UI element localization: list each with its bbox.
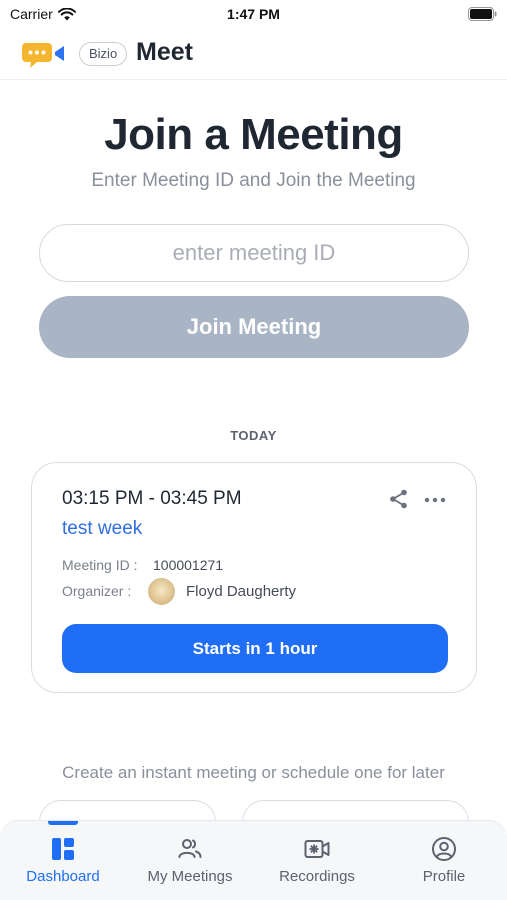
share-icon[interactable] xyxy=(388,488,410,510)
tab-dashboard[interactable]: Dashboard xyxy=(0,821,126,900)
page-title: Join a Meeting xyxy=(104,110,403,159)
more-options-icon[interactable] xyxy=(423,490,447,510)
app-title: Meet xyxy=(136,38,193,66)
logo-icon xyxy=(22,43,64,68)
tab-label-recordings: Recordings xyxy=(279,868,355,885)
meeting-id-value: 100001271 xyxy=(153,557,224,573)
organizer-label: Organizer : xyxy=(62,583,132,599)
profile-icon xyxy=(432,837,456,861)
meeting-card[interactable]: 03:15 PM - 03:45 PM test week Meeting ID… xyxy=(31,462,477,693)
starts-in-button[interactable]: Starts in 1 hour xyxy=(62,624,448,673)
meeting-time-range: 03:15 PM - 03:45 PM xyxy=(62,488,242,509)
section-heading-today: TODAY xyxy=(230,428,277,443)
tab-bar: Dashboard My Meetings Recordings Profile xyxy=(0,820,507,900)
status-bar: Carrier 1:47 PM xyxy=(0,0,507,28)
tab-profile[interactable]: Profile xyxy=(381,821,507,900)
battery-icon xyxy=(468,7,497,21)
tab-label-my-meetings: My Meetings xyxy=(147,868,233,885)
video-recording-icon xyxy=(304,840,330,858)
meeting-name-link[interactable]: test week xyxy=(62,518,142,540)
app-header: Bizio Meet xyxy=(0,28,507,80)
tab-recordings[interactable]: Recordings xyxy=(254,821,380,900)
organizer-name: Floyd Daugherty xyxy=(186,583,297,600)
meeting-id-input[interactable] xyxy=(39,224,469,282)
status-time: 1:47 PM xyxy=(227,6,280,22)
instant-meeting-text: Create an instant meeting or schedule on… xyxy=(62,763,445,782)
tab-label-dashboard: Dashboard xyxy=(26,868,100,885)
meeting-id-label: Meeting ID : xyxy=(62,557,138,573)
brand-pill: Bizio xyxy=(79,42,128,66)
join-meeting-button[interactable]: Join Meeting xyxy=(39,296,469,358)
active-tab-indicator xyxy=(48,821,78,825)
organizer-avatar xyxy=(148,578,175,605)
people-icon xyxy=(178,839,202,858)
page-subtitle: Enter Meeting ID and Join the Meeting xyxy=(91,170,416,191)
dashboard-icon xyxy=(52,838,74,860)
tab-my-meetings[interactable]: My Meetings xyxy=(127,821,253,900)
tab-label-profile: Profile xyxy=(422,868,466,885)
